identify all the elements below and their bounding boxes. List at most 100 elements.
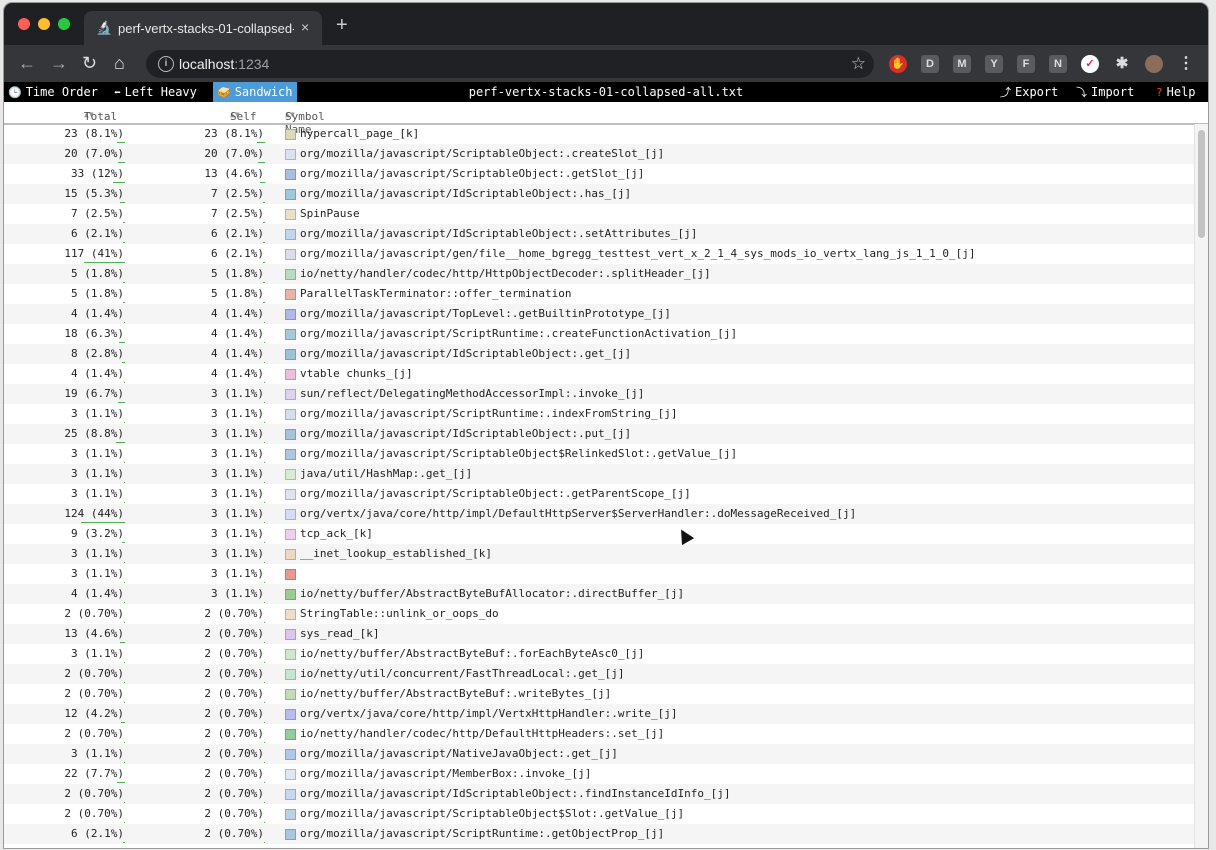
total-cell: 6 (2.1%) — [71, 227, 124, 240]
table-row[interactable]: 22 (7.7%) 2 (0.70%) org/mozilla/javascript… — [4, 764, 1194, 784]
maximize-window-button[interactable] — [58, 18, 70, 30]
table-row[interactable]: 33 (12%) 13 (4.6%) org/mozilla/javascript/… — [4, 164, 1194, 184]
self-bar — [264, 622, 265, 623]
table-row[interactable]: 12 (4.2%) 2 (0.70%) org/vertx/java/core/ht… — [4, 704, 1194, 724]
self-bar — [258, 162, 265, 163]
table-row[interactable]: 25 (8.8%) 3 (1.1%) org/mozilla/javascript/… — [4, 424, 1194, 444]
table-row[interactable]: 124 (44%) 3 (1.1%) org/vertx/java/core/htt… — [4, 504, 1194, 524]
total-cell: 4 (1.4%) — [71, 307, 124, 320]
import-button[interactable]: ⤵ Import — [1072, 82, 1138, 102]
color-swatch — [285, 469, 296, 480]
table-row[interactable]: 117 (41%) 6 (2.1%) org/mozilla/javascript/… — [4, 244, 1194, 264]
table-row[interactable]: 6 (2.1%) 6 (2.1%) org/mozilla/javascript/I… — [4, 224, 1194, 244]
table-row[interactable]: 20 (7.0%) 20 (7.0%) org/mozilla/javascript… — [4, 144, 1194, 164]
vertical-scrollbar[interactable] — [1194, 124, 1208, 848]
table-row[interactable]: 15 (5.3%) 7 (2.5%) org/mozilla/javascript/… — [4, 184, 1194, 204]
symbol-name: org/mozilla/javascript/ScriptableObject:… — [300, 167, 645, 180]
forward-icon[interactable]: → — [50, 53, 68, 73]
tab-close-icon[interactable]: × — [301, 19, 309, 35]
extension-m-icon[interactable]: M — [953, 55, 971, 73]
table-row[interactable]: 2 (0.70%) 2 (0.70%) io/netty/handler/codec… — [4, 724, 1194, 744]
table-row[interactable]: 4 (1.4%) 4 (1.4%) vtable chunks_[j] — [4, 364, 1194, 384]
total-bar — [122, 362, 125, 363]
extension-y-icon[interactable]: Y — [985, 55, 1003, 73]
help-button[interactable]: ? Help — [1152, 82, 1200, 102]
table-row[interactable]: 4 (1.4%) 3 (1.1%) io/netty/buffer/Abstract… — [4, 584, 1194, 604]
color-swatch — [285, 529, 296, 540]
color-swatch — [285, 349, 296, 360]
browser-tab[interactable]: 🔬 perf-vertx-stacks-01-collapsed-all.txt… — [84, 11, 322, 45]
symbol-name: org/mozilla/javascript/gen/file__home_bg… — [300, 247, 976, 260]
total-bar — [123, 422, 125, 423]
self-bar — [262, 242, 265, 243]
total-bar — [122, 242, 125, 243]
scrollbar-thumb[interactable] — [1198, 130, 1205, 238]
home-icon[interactable]: ⌂ — [114, 53, 125, 73]
avatar[interactable] — [1145, 55, 1163, 73]
table-row[interactable]: 3 (1.1%) 3 (1.1%) java/util/HashMap:.get_[… — [4, 464, 1194, 484]
left-heavy-button[interactable]: ⬅ Left Heavy — [110, 82, 201, 102]
export-button[interactable]: ⤴ Export — [996, 82, 1062, 102]
puzzle-icon[interactable]: ✱ — [1113, 55, 1131, 73]
info-icon[interactable]: i — [158, 56, 174, 72]
color-swatch — [285, 149, 296, 160]
table-row[interactable]: 9 (3.2%) 3 (1.1%) tcp_ack_[k] — [4, 524, 1194, 544]
time-order-button[interactable]: 🕒 Time Order — [4, 82, 102, 102]
self-bar — [262, 222, 265, 223]
table-row[interactable]: 13 (4.6%) 2 (0.70%) sys_read_[k] — [4, 624, 1194, 644]
table-row[interactable]: 5 (1.8%) 5 (1.8%) ParallelTaskTerminator::… — [4, 284, 1194, 304]
extension-f-icon[interactable]: F — [1017, 55, 1035, 73]
record-extension-icon[interactable]: ✋ — [889, 55, 907, 73]
table-row[interactable]: 3 (1.1%) 2 (0.70%) io/netty/buffer/Abstrac… — [4, 644, 1194, 664]
table-row[interactable]: 5 (1.8%) 5 (1.8%) io/netty/handler/codec/h… — [4, 264, 1194, 284]
self-bar — [264, 742, 265, 743]
table-row[interactable]: 8 (2.8%) 4 (1.4%) org/mozilla/javascript/I… — [4, 344, 1194, 364]
table-row[interactable]: 2 (0.70%) 2 (0.70%) io/netty/buffer/Abstra… — [4, 684, 1194, 704]
table-row[interactable]: 4 (1.4%) 4 (1.4%) org/mozilla/javascript/T… — [4, 304, 1194, 324]
table-row[interactable]: 23 (8.1%) 23 (8.1%) hypercall_page_[k] — [4, 124, 1194, 144]
address-bar[interactable]: i localhost:1234 ☆ — [146, 50, 874, 78]
symbol-name: org/mozilla/javascript/NativeJavaObject:… — [300, 747, 618, 760]
symbol-name: org/mozilla/javascript/ScriptRuntime:.ge… — [300, 827, 665, 840]
table-row[interactable]: 18 (6.3%) 4 (1.4%) org/mozilla/javascript/… — [4, 324, 1194, 344]
symbol-name: SpinPause — [300, 207, 360, 220]
table-row[interactable]: 6 (2.1%) 2 (0.70%) org/mozilla/javascript/… — [4, 824, 1194, 844]
self-cell: 3 (1.1%) — [211, 507, 264, 520]
self-cell: 3 (1.1%) — [211, 567, 264, 580]
table-row[interactable]: 3 (1.1%) 3 (1.1%) org/mozilla/javascript/S… — [4, 404, 1194, 424]
bookmark-star-icon[interactable]: ☆ — [851, 54, 866, 74]
total-bar — [119, 202, 125, 203]
reload-icon[interactable]: ↻ — [82, 53, 97, 73]
total-bar — [123, 602, 125, 603]
table-row[interactable]: 2 (0.70%) 2 (0.70%) org/mozilla/javascript… — [4, 784, 1194, 804]
extension-d-icon[interactable]: D — [921, 55, 939, 73]
total-bar — [116, 442, 125, 443]
menu-icon[interactable]: ⋮ — [1177, 55, 1195, 73]
symbol-name: __inet_lookup_established_[k] — [300, 547, 493, 560]
sandwich-table[interactable]: 23 (8.1%) 23 (8.1%) hypercall_page_[k] 20 (… — [4, 124, 1194, 848]
table-row[interactable]: 2 (0.70%) 2 (0.70%) io/netty/util/concurre… — [4, 664, 1194, 684]
table-row[interactable]: 3 (1.1%) 3 (1.1%) — [4, 564, 1194, 584]
total-cell: 15 (5.3%) — [64, 187, 124, 200]
table-row[interactable]: 3 (1.1%) 3 (1.1%) __inet_lookup_establishe… — [4, 544, 1194, 564]
self-bar — [263, 522, 265, 523]
back-icon[interactable]: ← — [18, 53, 36, 73]
table-row[interactable]: 3 (1.1%) 3 (1.1%) org/mozilla/javascript/S… — [4, 444, 1194, 464]
table-row[interactable]: 2 (0.70%) 2 (0.70%) StringTable::unlink_or… — [4, 604, 1194, 624]
sandwich-button[interactable]: 🥪 Sandwich — [213, 82, 297, 102]
extension-n-icon[interactable]: N — [1049, 55, 1067, 73]
close-window-button[interactable] — [18, 18, 30, 30]
total-bar — [123, 302, 125, 303]
total-bar — [118, 342, 125, 343]
new-tab-button[interactable]: + — [336, 15, 348, 35]
symbol-name: vtable chunks_[j] — [300, 367, 413, 380]
table-row[interactable]: 7 (2.5%) 7 (2.5%) SpinPause — [4, 204, 1194, 224]
total-cell: 3 (1.1%) — [71, 467, 124, 480]
table-row[interactable]: 19 (6.7%) 3 (1.1%) sun/reflect/DelegatingM… — [4, 384, 1194, 404]
total-cell: 4 (1.4%) — [71, 587, 124, 600]
minimize-window-button[interactable] — [38, 18, 50, 30]
pocket-icon[interactable]: ✓ — [1081, 55, 1099, 73]
table-row[interactable]: 2 (0.70%) 2 (0.70%) org/mozilla/javascript… — [4, 804, 1194, 824]
table-row[interactable]: 3 (1.1%) 2 (0.70%) org/mozilla/javascript/… — [4, 744, 1194, 764]
table-row[interactable]: 3 (1.1%) 3 (1.1%) org/mozilla/javascript/S… — [4, 484, 1194, 504]
